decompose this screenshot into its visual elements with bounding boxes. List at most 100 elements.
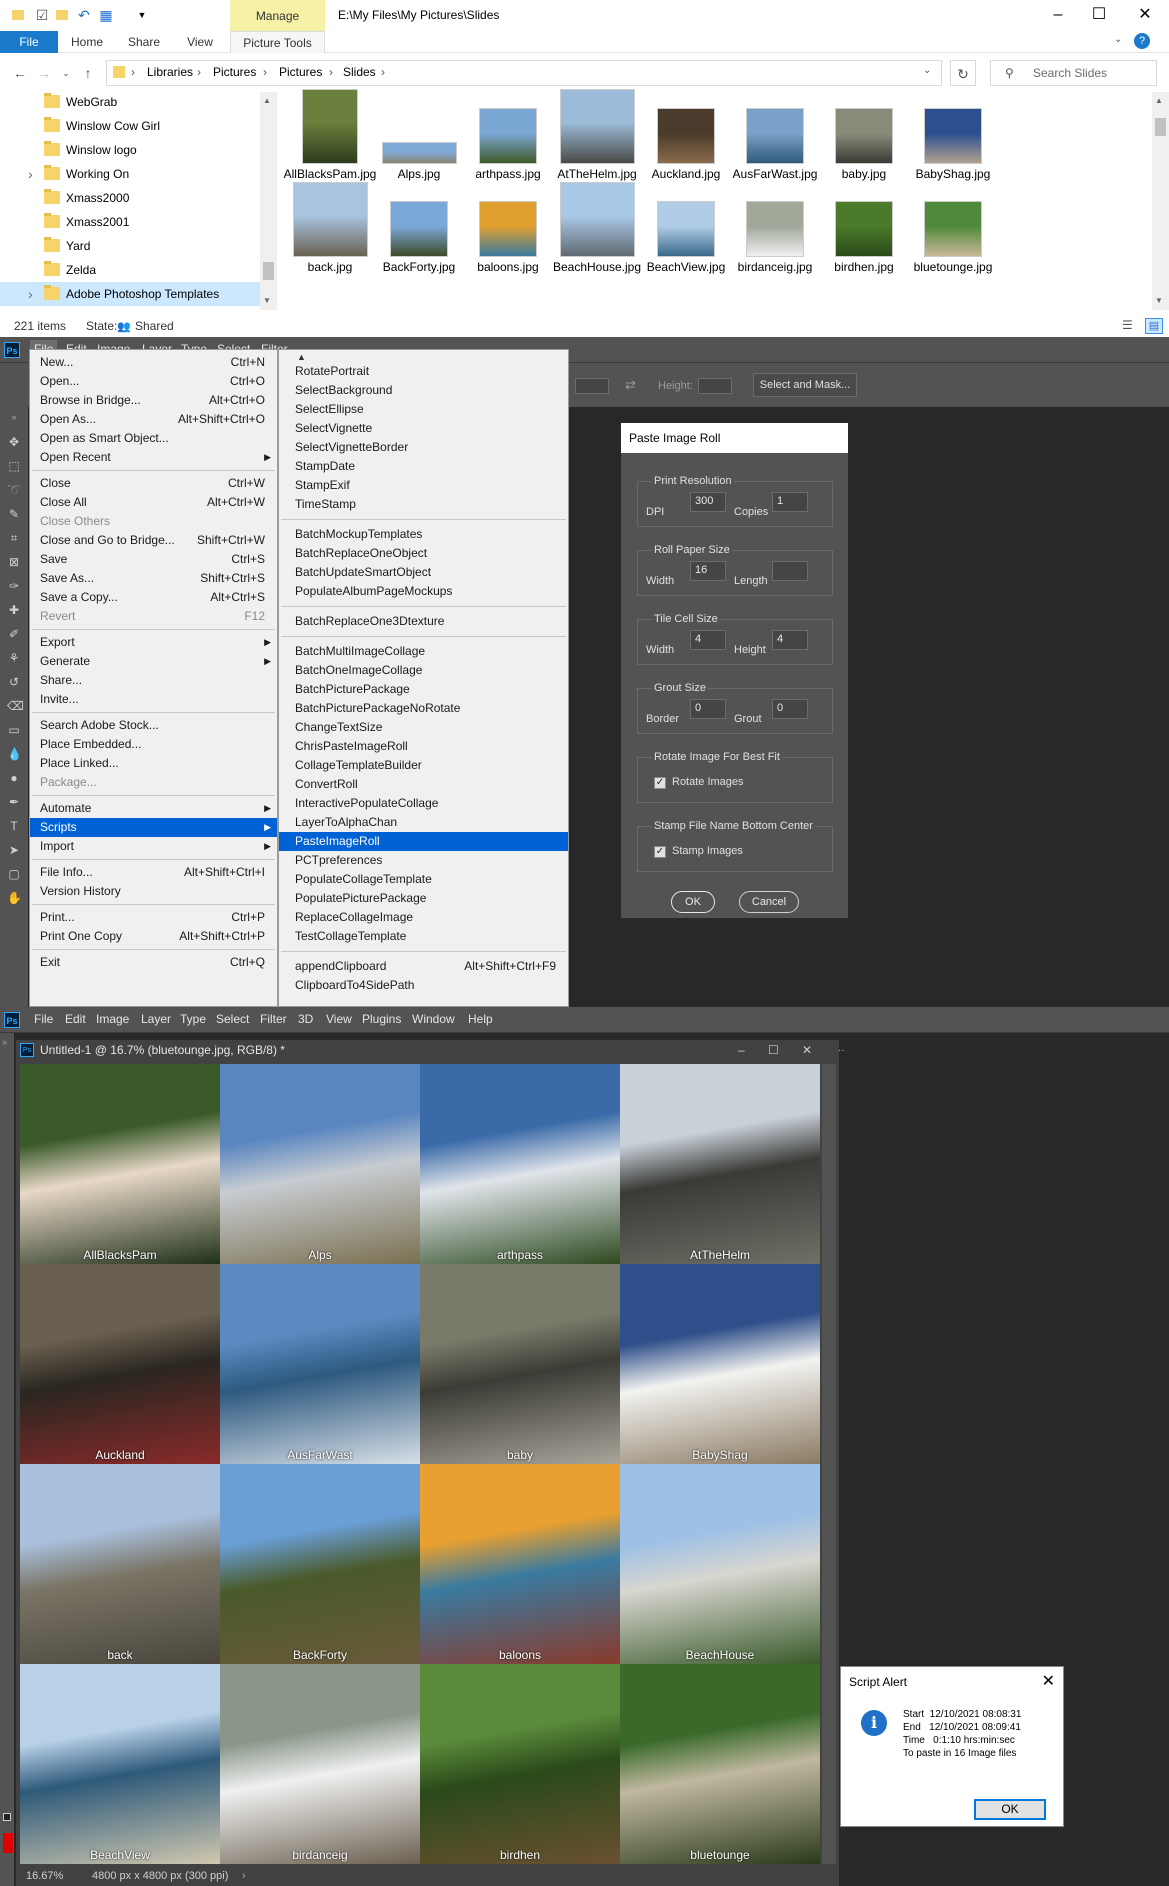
history-brush-icon[interactable]: ↺ (7, 675, 21, 689)
ok-button[interactable]: OK (974, 1799, 1046, 1820)
healing-tool-icon[interactable]: ✚ (7, 603, 21, 617)
menu-filter[interactable]: Filter (260, 1012, 287, 1026)
chevron-right-icon[interactable]: › (28, 282, 33, 306)
address-bar[interactable]: › Libraries › Pictures › Pictures › Slid… (106, 60, 942, 86)
chevron-right-icon[interactable]: › (28, 162, 33, 186)
scripts-menu-item[interactable]: BatchMultiImageCollage (279, 642, 568, 661)
collapse-icon[interactable]: » (2, 1037, 7, 1047)
file-menu-item[interactable]: Open as Smart Object... (30, 429, 277, 448)
crop-tool-icon[interactable]: ⌗ (7, 531, 21, 545)
scripts-menu-item[interactable]: ConvertRoll (279, 775, 568, 794)
stamp-images-checkbox[interactable]: ✓ (654, 846, 666, 858)
file-menu-item[interactable]: Save Ctrl+S (30, 550, 277, 569)
scripts-menu-item[interactable]: ChrisPasteImageRoll (279, 737, 568, 756)
file-menu-item[interactable]: Share... (30, 671, 277, 690)
file-thumbnail[interactable]: Alps.jpg (369, 86, 469, 181)
swap-icon[interactable]: ⇄ (625, 377, 636, 393)
menu-help[interactable]: Help (468, 1012, 493, 1026)
type-tool-icon[interactable]: T (7, 819, 21, 833)
menu-window[interactable]: Window (412, 1012, 455, 1026)
roll-length-field[interactable] (772, 561, 808, 581)
scripts-menu-item[interactable]: InteractivePopulateCollage (279, 794, 568, 813)
tree-item[interactable]: Xmass2001 (0, 210, 260, 234)
up-arrow-icon[interactable]: ↑ (78, 63, 98, 83)
minimize-icon[interactable]: – (738, 1040, 745, 1061)
help-icon[interactable]: ? (1134, 33, 1150, 49)
tree-item[interactable]: WebGrab (0, 90, 260, 114)
tab-home[interactable]: Home (58, 31, 116, 53)
stamp-tool-icon[interactable]: ⚘ (7, 651, 21, 665)
file-thumbnail[interactable]: AtTheHelm.jpg (547, 86, 647, 181)
tab-file[interactable]: File (0, 31, 58, 53)
grout-field[interactable]: 0 (772, 699, 808, 719)
scripts-menu-item[interactable]: BatchOneImageCollage (279, 661, 568, 680)
file-menu-item[interactable]: Search Adobe Stock... (30, 716, 277, 735)
menu-select[interactable]: Select (216, 1012, 249, 1026)
file-menu-item[interactable]: Open As... Alt+Shift+Ctrl+O (30, 410, 277, 429)
scripts-menu-item[interactable]: PopulateAlbumPageMockups (279, 582, 568, 601)
file-menu-item[interactable]: Save As... Shift+Ctrl+S (30, 569, 277, 588)
file-thumbnail[interactable]: back.jpg (280, 179, 380, 274)
scripts-menu-item[interactable]: BatchUpdateSmartObject (279, 563, 568, 582)
tree-item[interactable]: Yard (0, 234, 260, 258)
menu-view[interactable]: View (326, 1012, 352, 1026)
tree-item[interactable]: › Working On (0, 162, 260, 186)
file-menu-item[interactable]: Export ▶ (30, 633, 277, 652)
file-thumbnail[interactable]: birdanceig.jpg (725, 179, 825, 274)
width-field[interactable] (575, 378, 609, 394)
scripts-menu-item[interactable]: BatchReplaceOneObject (279, 544, 568, 563)
scripts-menu-item[interactable]: PCTpreferences (279, 851, 568, 870)
file-thumbnail[interactable]: Auckland.jpg (636, 86, 736, 181)
overflow-icon[interactable]: ·· (838, 1040, 845, 1061)
scripts-menu-item[interactable]: LayerToAlphaChan (279, 813, 568, 832)
breadcrumb-slides[interactable]: Slides (343, 65, 376, 79)
file-thumbnail[interactable]: BabyShag.jpg (903, 86, 1003, 181)
close-icon[interactable]: ✕ (1122, 4, 1168, 26)
undo-icon[interactable]: ↶ (76, 7, 92, 23)
file-menu-item[interactable]: Print... Ctrl+P (30, 908, 277, 927)
search-input[interactable]: ⚲ Search Slides (990, 60, 1157, 86)
document-tab[interactable]: Ps Untitled-1 @ 16.7% (bluetounge.jpg, R… (16, 1040, 845, 1061)
menu-edit[interactable]: Edit (65, 1012, 86, 1026)
scripts-menu-item[interactable]: ClipboardTo4SidePath (279, 976, 568, 995)
file-menu-item[interactable]: Generate ▶ (30, 652, 277, 671)
menu-file[interactable]: File (34, 1012, 53, 1026)
restore-icon[interactable]: ☐ (768, 1040, 779, 1061)
pen-tool-icon[interactable]: ✒ (7, 795, 21, 809)
file-menu-item[interactable]: Open Recent ▶ (30, 448, 277, 467)
file-thumbnail[interactable]: AusFarWast.jpg (725, 86, 825, 181)
scripts-menu-item[interactable]: BatchMockupTemplates (279, 525, 568, 544)
file-menu-item[interactable]: Exit Ctrl+Q (30, 953, 277, 972)
tree-item[interactable]: Winslow logo (0, 138, 260, 162)
file-menu-item[interactable]: Save a Copy... Alt+Ctrl+S (30, 588, 277, 607)
status-chevron-icon[interactable]: › (242, 1866, 246, 1886)
tile-height-field[interactable]: 4 (772, 630, 808, 650)
quick-select-tool-icon[interactable]: ✎ (7, 507, 21, 521)
roll-width-field[interactable]: 16 (690, 561, 726, 581)
shape-tool-icon[interactable]: ▢ (7, 867, 21, 881)
menu-layer[interactable]: Layer (141, 1012, 171, 1026)
properties-icon[interactable]: ☑ (34, 7, 50, 23)
file-menu-item[interactable]: Close and Go to Bridge... Shift+Ctrl+W (30, 531, 277, 550)
dpi-field[interactable]: 300 (690, 492, 726, 512)
brush-tool-icon[interactable]: ✐ (7, 627, 21, 641)
file-menu-item[interactable]: Open... Ctrl+O (30, 372, 277, 391)
lasso-tool-icon[interactable]: ➰ (7, 483, 22, 497)
collapse-icon[interactable]: » (7, 410, 21, 424)
ok-button[interactable]: OK (671, 891, 715, 913)
tab-share[interactable]: Share (116, 31, 172, 53)
marquee-tool-icon[interactable]: ⬚ (7, 459, 21, 473)
scripts-menu-item[interactable]: BatchReplaceOne3Dtexture (279, 612, 568, 631)
border-field[interactable]: 0 (690, 699, 726, 719)
breadcrumb-pictures-2[interactable]: Pictures (279, 65, 322, 79)
view-icon[interactable]: ▦ (98, 7, 114, 23)
quickmask-swatch[interactable] (3, 1833, 13, 1853)
scripts-menu-item[interactable]: CollageTemplateBuilder (279, 756, 568, 775)
scripts-menu-item[interactable]: PopulatePicturePackage (279, 889, 568, 908)
file-thumbnail[interactable]: birdhen.jpg (814, 179, 914, 274)
scripts-menu-item[interactable]: SelectVignette (279, 419, 568, 438)
address-dropdown-icon[interactable]: ⌄ (923, 65, 931, 76)
height-field[interactable] (698, 378, 732, 394)
scripts-menu-item[interactable]: ReplaceCollageImage (279, 908, 568, 927)
gradient-tool-icon[interactable]: ▭ (7, 723, 21, 737)
